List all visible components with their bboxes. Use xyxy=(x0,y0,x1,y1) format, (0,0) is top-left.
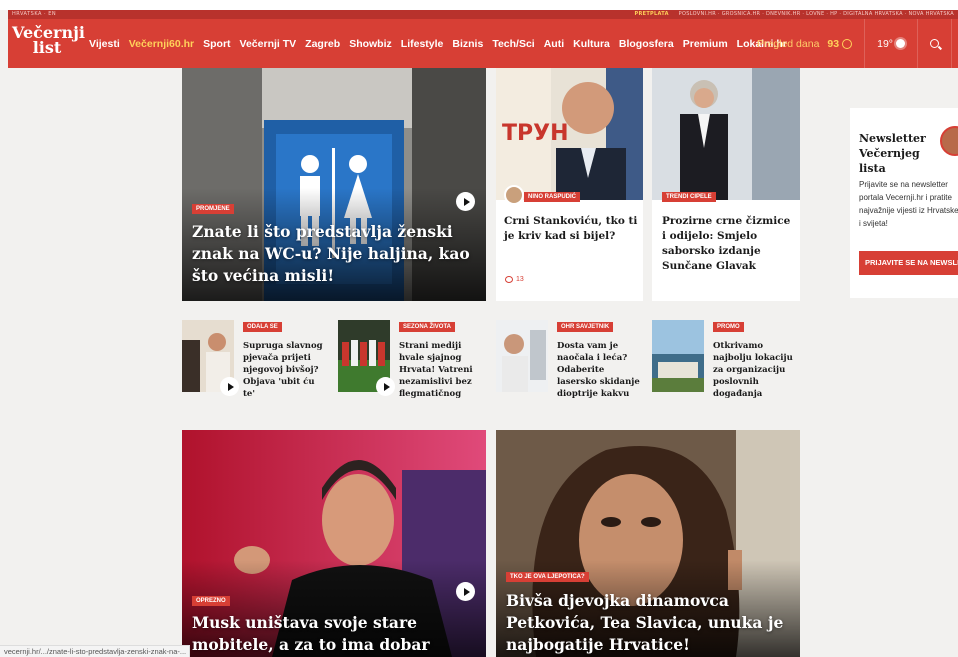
main-navbar: Večernji list Vijesti Večernji60.hr Spor… xyxy=(8,19,958,68)
small-1-title[interactable]: Supruga slavnog pjevača prijeti njegovoj… xyxy=(243,340,329,400)
utility-link-7[interactable]: NOVA HRVATSKA xyxy=(908,11,954,17)
nav-links: Vijesti Večernji60.hr Sport Večernji TV … xyxy=(89,19,787,68)
hero-article-3[interactable]: TKO JE OVA LJEPOTICA? Bivša djevojka din… xyxy=(496,430,800,657)
newsletter-title: Newsletter Večernjeg lista xyxy=(859,132,926,175)
small-3-title[interactable]: Dosta vam je naočala i leća? Odaberite l… xyxy=(557,340,643,400)
utility-link-4[interactable]: LOVNE xyxy=(806,11,824,17)
play-icon[interactable] xyxy=(220,377,239,396)
card-2-image xyxy=(652,68,800,200)
nav-item-sport[interactable]: Sport xyxy=(203,38,230,50)
card-2-title[interactable]: Prozirne crne čizmice i odijelo: Smjelo … xyxy=(662,214,797,274)
site-logo[interactable]: Večernji list xyxy=(12,25,85,57)
weather-icon[interactable] xyxy=(896,39,905,48)
small-article-4[interactable]: PROMO Otkrivamo najbolju lokaciju za org… xyxy=(652,320,800,399)
nav-divider xyxy=(864,19,866,68)
nav-item-vecernji-tv[interactable]: Večernji TV xyxy=(240,38,297,50)
card-1-image: ТРУН xyxy=(496,68,643,200)
hero-article-1[interactable]: PROMJENE Znate li što predstavlja ženski… xyxy=(182,68,486,301)
utility-link-6[interactable]: DIGITALNA HRVATSKA xyxy=(843,11,903,17)
utility-link-1[interactable]: POSLOVNI.HR xyxy=(679,11,716,17)
search-icon[interactable] xyxy=(930,39,939,48)
logo-line-2: list xyxy=(32,38,62,57)
nav-item-lifestyle[interactable]: Lifestyle xyxy=(401,38,444,50)
nav-item-vecernji60[interactable]: Večernji60.hr xyxy=(129,38,194,50)
nav-item-zagreb[interactable]: Zagreb xyxy=(305,38,340,50)
svg-text:ТРУН: ТРУН xyxy=(502,121,569,146)
utility-link-3[interactable]: DNEVNIK.HR xyxy=(766,11,801,17)
nav-item-auti[interactable]: Auti xyxy=(544,38,564,50)
utility-left[interactable]: HRVATSKA · EN xyxy=(12,11,56,17)
nav-divider xyxy=(917,19,918,68)
play-icon[interactable] xyxy=(456,192,475,211)
hero-3-title[interactable]: Bivša djevojka dinamovca Petkovića, Tea … xyxy=(506,590,791,656)
small-2-tag[interactable]: SEZONA ŽIVOTA xyxy=(399,322,455,332)
article-card-2[interactable]: TRENDI CIPELE Prozirne crne čizmice i od… xyxy=(652,68,800,301)
hero-1-title[interactable]: Znate li što predstavlja ženski znak na … xyxy=(192,221,477,287)
top-white-strip xyxy=(0,0,958,10)
clock-icon[interactable] xyxy=(842,38,853,49)
nav-item-premium[interactable]: Premium xyxy=(683,38,728,50)
hero-1-tag[interactable]: PROMJENE xyxy=(192,204,234,214)
comment-icon xyxy=(505,276,513,283)
top-utility-bar: HRVATSKA · EN PRETPLATA POSLOVNI.HR · GR… xyxy=(8,10,958,19)
card-1-tag[interactable]: NINO RASPUDIĆ xyxy=(524,192,581,202)
browser-status-url: vecernji.hr/.../znate-li-sto-predstavlja… xyxy=(0,645,190,657)
small-4-title[interactable]: Otkrivamo najbolju lokaciju za organizac… xyxy=(713,340,799,400)
small-4-image xyxy=(652,320,704,392)
temperature[interactable]: 19° xyxy=(877,38,893,50)
utility-right: PRETPLATA POSLOVNI.HR · GROSNICA.HR · DN… xyxy=(634,11,954,17)
utility-link-2[interactable]: GROSNICA.HR xyxy=(722,11,761,17)
card-2-tag[interactable]: TRENDI CIPELE xyxy=(662,192,716,202)
nav-item-vijesti[interactable]: Vijesti xyxy=(89,38,120,50)
nav-item-blogosfera[interactable]: Blogosfera xyxy=(619,38,674,50)
small-3-image xyxy=(496,320,548,392)
author-avatar xyxy=(504,185,524,205)
utility-link-0[interactable]: PRETPLATA xyxy=(635,11,669,17)
play-icon[interactable] xyxy=(456,582,475,601)
pregled-dana-count[interactable]: 93 xyxy=(827,38,839,50)
hero-2-tag[interactable]: OPREZNO xyxy=(192,596,230,606)
newsletter-text: Prijavite se na newsletter portala Vecer… xyxy=(859,180,958,228)
small-2-title[interactable]: Strani mediji hvale sjajnog Hrvata! Vatr… xyxy=(399,340,485,400)
hero-2-title[interactable]: Musk uništava svoje stare mobitele, a za… xyxy=(192,612,477,657)
small-article-1[interactable]: ODALA SE Supruga slavnog pjevača prijeti… xyxy=(182,320,330,399)
nav-divider xyxy=(951,19,952,68)
nav-item-showbiz[interactable]: Showbiz xyxy=(349,38,392,50)
comment-count-value: 13 xyxy=(516,276,524,283)
nav-item-biznis[interactable]: Biznis xyxy=(452,38,483,50)
article-card-1[interactable]: ТРУН NINO RASPUDIĆ Crni Stankoviću, tko … xyxy=(496,68,643,301)
nav-item-techsci[interactable]: Tech/Sci xyxy=(492,38,534,50)
newsletter-avatar xyxy=(940,126,958,156)
small-article-2[interactable]: SEZONA ŽIVOTA Strani mediji hvale sjajno… xyxy=(338,320,486,399)
newsletter-widget: Newsletter Večernjeg lista Prijavite se … xyxy=(850,108,958,298)
nav-item-kultura[interactable]: Kultura xyxy=(573,38,610,50)
card-1-title[interactable]: Crni Stankoviću, tko ti je kriv kad si b… xyxy=(504,214,640,244)
newsletter-subscribe-button[interactable]: PRIJAVITE SE NA NEWSLETTER xyxy=(859,251,958,275)
small-article-3[interactable]: OHR SAVJETNIK Dosta vam je naočala i leć… xyxy=(496,320,644,399)
nav-right: Pregled dana 93 19° xyxy=(757,19,958,68)
small-4-tag[interactable]: PROMO xyxy=(713,322,744,332)
hero-article-2[interactable]: OPREZNO Musk uništava svoje stare mobite… xyxy=(182,430,486,657)
hero-3-tag[interactable]: TKO JE OVA LJEPOTICA? xyxy=(506,572,589,582)
small-1-tag[interactable]: ODALA SE xyxy=(243,322,282,332)
pregled-dana-label[interactable]: Pregled dana xyxy=(757,38,819,50)
small-3-tag[interactable]: OHR SAVJETNIK xyxy=(557,322,614,332)
comment-count[interactable]: 13 xyxy=(505,276,524,283)
play-icon[interactable] xyxy=(376,377,395,396)
utility-link-5[interactable]: HP xyxy=(830,11,837,17)
